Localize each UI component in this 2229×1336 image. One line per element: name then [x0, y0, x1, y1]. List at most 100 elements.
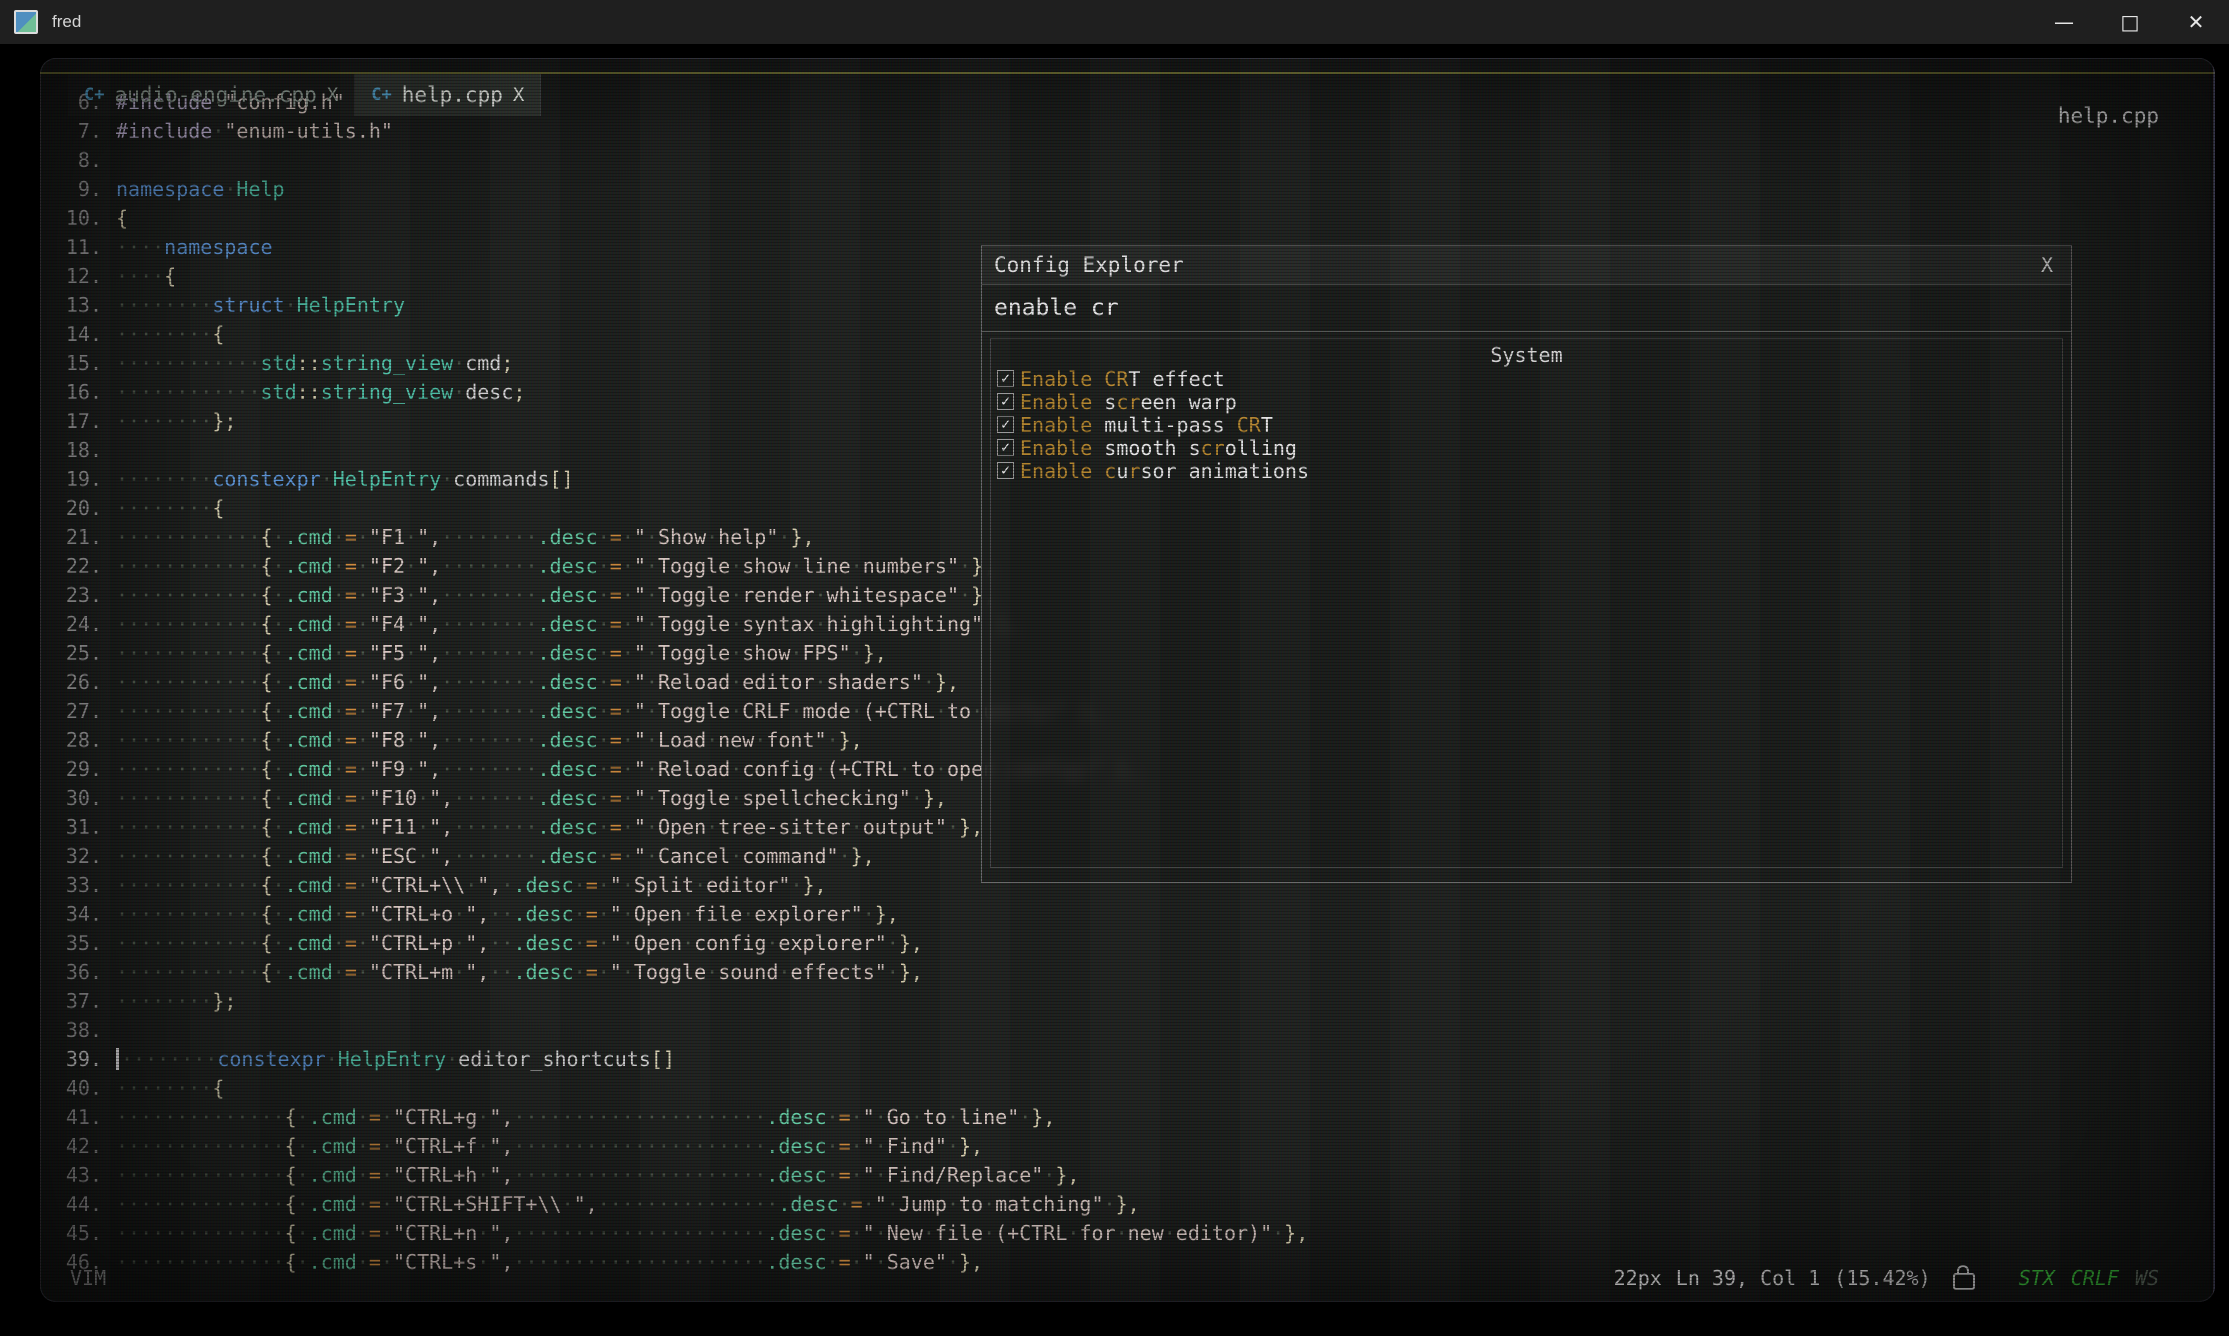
- config-option-label: Enable cursor animations: [1020, 459, 1309, 483]
- status-bar: VIM 22px Ln 39, Col 1 (15.42%) STX CRLF WS: [40, 1262, 2215, 1294]
- tab-bar: C+ audio-engine.cpp X C+ help.cpp X: [40, 74, 2215, 116]
- line-number: 11: [40, 233, 102, 262]
- popup-close-button[interactable]: X: [2035, 253, 2059, 277]
- line-number: 42: [40, 1132, 102, 1161]
- code-line-44[interactable]: 44··············{·.cmd·=·"CTRL+SHIFT+\\·…: [40, 1190, 2215, 1219]
- line-number: 40: [40, 1074, 102, 1103]
- line-number: 21: [40, 523, 102, 552]
- tab-audio-engine.cpp[interactable]: C+ audio-engine.cpp X: [68, 74, 355, 116]
- config-option-row[interactable]: ✓ Enable screen warp: [991, 390, 2062, 413]
- window-title: fred: [52, 12, 81, 32]
- code-line-40[interactable]: 40········{: [40, 1074, 2215, 1103]
- checkbox-checked-icon[interactable]: ✓: [997, 416, 1014, 433]
- screen-top-border: [40, 72, 2215, 74]
- crt-screen: 6#include·"config.h"7#include·"enum-util…: [40, 58, 2215, 1302]
- line-number: 8: [40, 146, 102, 175]
- line-number: 14: [40, 320, 102, 349]
- eol-indicator-stx: STX: [2019, 1266, 2055, 1290]
- cpp-file-icon: C+: [84, 85, 104, 105]
- eol-indicator-ws: WS: [2135, 1266, 2159, 1290]
- code-line-9[interactable]: 9namespace·Help: [40, 175, 2215, 204]
- line-number: 31: [40, 813, 102, 842]
- code-line-36[interactable]: 36············{·.cmd·=·"CTRL+m·",··.desc…: [40, 958, 2215, 987]
- line-number: 20: [40, 494, 102, 523]
- line-number: 30: [40, 784, 102, 813]
- config-list-panel: System ✓ Enable CRT effect ✓ Enable screen …: [990, 338, 2063, 868]
- maximize-button[interactable]: □: [2097, 0, 2163, 44]
- font-size-label: 22px: [1614, 1266, 1662, 1290]
- line-number: 29: [40, 755, 102, 784]
- app-icon: [14, 10, 38, 34]
- line-number: 9: [40, 175, 102, 204]
- editor-mode-label: VIM: [70, 1266, 106, 1290]
- cursor-position-label: Ln 39, Col 1: [1676, 1266, 1821, 1290]
- code-line-42[interactable]: 42··············{·.cmd·=·"CTRL+f·",·····…: [40, 1132, 2215, 1161]
- line-number: 19: [40, 465, 102, 494]
- line-number: 24: [40, 610, 102, 639]
- line-number: 17: [40, 407, 102, 436]
- code-line-7[interactable]: 7#include·"enum-utils.h": [40, 117, 2215, 146]
- line-number: 23: [40, 581, 102, 610]
- line-number: 28: [40, 726, 102, 755]
- config-section-header: System: [991, 343, 2062, 367]
- code-line-8[interactable]: 8: [40, 146, 2215, 175]
- line-number: 37: [40, 987, 102, 1016]
- line-number: 39: [40, 1045, 102, 1074]
- line-number: 41: [40, 1103, 102, 1132]
- checkbox-checked-icon[interactable]: ✓: [997, 370, 1014, 387]
- cpp-file-icon: C+: [371, 85, 391, 105]
- config-option-label: Enable CRT effect: [1020, 367, 1225, 391]
- line-number: 12: [40, 262, 102, 291]
- code-line-45[interactable]: 45··············{·.cmd·=·"CTRL+n·",·····…: [40, 1219, 2215, 1248]
- close-button[interactable]: ✕: [2163, 0, 2229, 44]
- code-line-34[interactable]: 34············{·.cmd·=·"CTRL+o·",··.desc…: [40, 900, 2215, 929]
- checkbox-checked-icon[interactable]: ✓: [997, 462, 1014, 479]
- checkbox-checked-icon[interactable]: ✓: [997, 393, 1014, 410]
- config-search-input[interactable]: enable cr: [982, 285, 2071, 332]
- code-line-38[interactable]: 38: [40, 1016, 2215, 1045]
- minimize-button[interactable]: —: [2031, 0, 2097, 44]
- line-number: 32: [40, 842, 102, 871]
- tab-help.cpp[interactable]: C+ help.cpp X: [355, 74, 541, 116]
- tab-close-button[interactable]: X: [513, 84, 524, 106]
- text-cursor: [116, 1048, 119, 1070]
- code-line-41[interactable]: 41··············{·.cmd·=·"CTRL+g·",·····…: [40, 1103, 2215, 1132]
- line-number: 33: [40, 871, 102, 900]
- line-number: 22: [40, 552, 102, 581]
- line-number: 10: [40, 204, 102, 233]
- line-number: 7: [40, 117, 102, 146]
- config-option-row[interactable]: ✓ Enable CRT effect: [991, 367, 2062, 390]
- config-option-row[interactable]: ✓ Enable cursor animations: [991, 459, 2062, 482]
- line-number: 34: [40, 900, 102, 929]
- popup-titlebar[interactable]: Config Explorer X: [982, 246, 2071, 285]
- tab-close-button[interactable]: X: [327, 84, 338, 106]
- line-number: 35: [40, 929, 102, 958]
- line-number: 43: [40, 1161, 102, 1190]
- code-line-10[interactable]: 10{: [40, 204, 2215, 233]
- os-titlebar: fred —□✕: [0, 0, 2229, 44]
- window-controls: —□✕: [2031, 0, 2229, 44]
- line-number: 36: [40, 958, 102, 987]
- code-line-35[interactable]: 35············{·.cmd·=·"CTRL+p·",··.desc…: [40, 929, 2215, 958]
- code-line-43[interactable]: 43··············{·.cmd·=·"CTRL+h·",·····…: [40, 1161, 2215, 1190]
- line-number: 27: [40, 697, 102, 726]
- checkbox-checked-icon[interactable]: ✓: [997, 439, 1014, 456]
- config-option-row[interactable]: ✓ Enable smooth scrolling: [991, 436, 2062, 459]
- line-number: 26: [40, 668, 102, 697]
- tab-label: help.cpp: [402, 83, 503, 107]
- line-number: 44: [40, 1190, 102, 1219]
- scroll-percent-label: (15.42%): [1834, 1266, 1930, 1290]
- config-option-row[interactable]: ✓Enable multi-pass CRT: [991, 413, 2062, 436]
- code-line-39[interactable]: 39········constexpr·HelpEntry·editor_sho…: [40, 1045, 2215, 1074]
- eol-indicator-crlf: CRLF: [2071, 1266, 2119, 1290]
- lock-icon: [1953, 1273, 1975, 1290]
- code-line-37[interactable]: 37········};: [40, 987, 2215, 1016]
- config-option-label: Enable smooth scrolling: [1020, 436, 1297, 460]
- line-number: 15: [40, 349, 102, 378]
- line-number: 13: [40, 291, 102, 320]
- config-option-label: Enable screen warp: [1020, 390, 1237, 414]
- line-number: 38: [40, 1016, 102, 1045]
- line-number: 16: [40, 378, 102, 407]
- line-number: 25: [40, 639, 102, 668]
- tab-label: audio-engine.cpp: [114, 83, 316, 107]
